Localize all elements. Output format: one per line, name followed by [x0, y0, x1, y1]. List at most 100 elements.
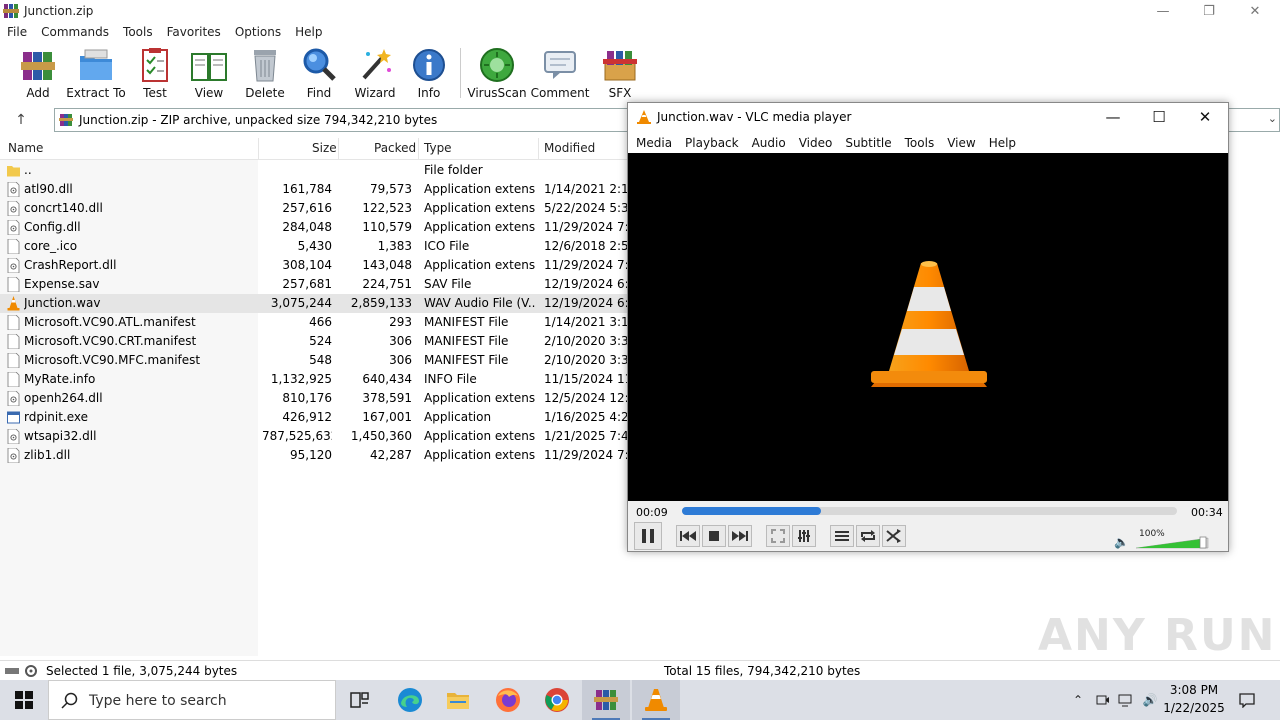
vlc-maximize-button[interactable]: ☐	[1136, 103, 1182, 131]
chevron-down-icon[interactable]: ⌄	[1268, 112, 1277, 125]
menu-favorites[interactable]: Favorites	[160, 23, 228, 43]
file-row[interactable]: concrt140.dll 257,616 122,523 Application e…	[0, 199, 628, 218]
file-packed-size: 167,001	[362, 410, 412, 424]
extended-settings-button[interactable]	[792, 525, 816, 547]
column-header-modified[interactable]: Modified	[544, 141, 595, 155]
file-row[interactable]: core_.ico 5,430 1,383 ICO File 12/6/2018 2:5…	[0, 237, 628, 256]
speaker-icon[interactable]: 🔊	[1141, 691, 1159, 709]
info-button[interactable]: Info	[410, 46, 448, 102]
file-modified: 12/19/2024 6:1...	[544, 296, 628, 310]
notification-icon[interactable]	[1238, 691, 1256, 709]
vlc-file-icon	[7, 296, 20, 311]
file-row[interactable]: CrashReport.dll 308,104 143,048 Application…	[0, 256, 628, 275]
taskbar-vlc[interactable]	[632, 680, 680, 720]
file-packed-size: 122,523	[362, 201, 412, 215]
column-divider[interactable]	[538, 138, 539, 160]
menu-file[interactable]: File	[0, 23, 34, 43]
file-row[interactable]: atl90.dll 161,784 79,573 Application extens…	[0, 180, 628, 199]
stop-button[interactable]	[702, 525, 726, 547]
restore-button[interactable]: ❐	[1186, 0, 1232, 23]
vlc-menu-video[interactable]: Video	[793, 131, 840, 153]
vlc-menu-subtitle[interactable]: Subtitle	[839, 131, 898, 153]
status-bar: Selected 1 file, 3,075,244 bytes Total 1…	[0, 660, 1280, 680]
wizard-button[interactable]: Wizard	[354, 46, 396, 102]
file-packed-size: 110,579	[362, 220, 412, 234]
view-button[interactable]: View	[188, 46, 230, 102]
virusscan-button[interactable]: VirusScan	[467, 46, 527, 102]
next-button[interactable]	[728, 525, 752, 547]
menu-commands[interactable]: Commands	[34, 23, 116, 43]
column-header-type[interactable]: Type	[424, 141, 452, 155]
vlc-menu-audio[interactable]: Audio	[746, 131, 793, 153]
seek-progress	[682, 507, 821, 515]
file-row[interactable]: zlib1.dll 95,120 42,287 Application extens.…	[0, 446, 628, 465]
volume-icon[interactable]: 🔈	[1114, 535, 1129, 549]
show-hidden-icons-button[interactable]: ⌃	[1069, 691, 1087, 709]
taskbar-chrome[interactable]	[533, 680, 581, 720]
taskbar-firefox[interactable]	[484, 680, 532, 720]
column-header-packed[interactable]: Packed	[374, 141, 416, 155]
seek-slider[interactable]	[682, 507, 1177, 515]
vlc-titlebar[interactable]: Junction.wav - VLC media player — ☐ ✕	[628, 103, 1228, 131]
vlc-menu-view[interactable]: View	[941, 131, 982, 153]
clock-time[interactable]: 3:08 PM	[1166, 683, 1222, 697]
close-button[interactable]: ✕	[1232, 0, 1278, 23]
taskbar-winrar[interactable]	[582, 680, 630, 720]
start-button[interactable]	[0, 680, 48, 720]
taskbar-edge[interactable]	[386, 680, 434, 720]
vlc-minimize-button[interactable]: —	[1090, 103, 1136, 131]
vlc-cone-logo	[871, 261, 987, 387]
previous-button[interactable]	[676, 525, 700, 547]
taskbar-search-box[interactable]: Type here to search	[48, 680, 336, 720]
file-row[interactable]: Junction.wav 3,075,244 2,859,133 WAV Audio …	[0, 294, 628, 313]
up-folder-button[interactable]: ↑	[8, 110, 34, 130]
file-size: 161,784	[282, 182, 332, 196]
file-packed-size: 640,434	[362, 372, 412, 386]
vlc-menu-tools[interactable]: Tools	[899, 131, 942, 153]
column-divider[interactable]	[338, 138, 339, 160]
file-row[interactable]: Microsoft.VC90.MFC.manifest 548 306 MANIFES…	[0, 351, 628, 370]
comment-icon	[544, 51, 576, 79]
minimize-button[interactable]: —	[1140, 0, 1186, 23]
file-row[interactable]: Microsoft.VC90.ATL.manifest 466 293 MANIFES…	[0, 313, 628, 332]
video-area[interactable]	[628, 153, 1228, 501]
file-row[interactable]: rdpinit.exe 426,912 167,001 Application 1/16…	[0, 408, 628, 427]
menu-options[interactable]: Options	[228, 23, 288, 43]
comment-button[interactable]: Comment	[531, 46, 589, 102]
add-button[interactable]: Add	[18, 46, 58, 102]
vlc-menu-media[interactable]: Media	[630, 131, 679, 153]
taskbar-file-explorer[interactable]	[434, 680, 482, 720]
winrar-titlebar[interactable]: Junction.zip — ❐ ✕	[0, 0, 1280, 23]
vlc-close-button[interactable]: ✕	[1182, 103, 1228, 131]
delete-button[interactable]: Delete	[245, 46, 285, 102]
vlc-menu-playback[interactable]: Playback	[679, 131, 746, 153]
column-divider[interactable]	[258, 138, 259, 160]
file-row[interactable]: MyRate.info 1,132,925 640,434 INFO File 11/1…	[0, 370, 628, 389]
pause-button[interactable]	[634, 522, 662, 550]
fullscreen-button[interactable]	[766, 525, 790, 547]
column-header-size[interactable]: Size	[312, 141, 337, 155]
column-divider[interactable]	[418, 138, 419, 160]
network-icon[interactable]	[1117, 691, 1135, 709]
menu-tools[interactable]: Tools	[116, 23, 160, 43]
meet-now-icon[interactable]	[1094, 691, 1112, 709]
loop-button[interactable]	[856, 525, 880, 547]
column-header-name[interactable]: Name	[8, 141, 43, 155]
extract-to-button[interactable]: Extract To	[66, 46, 126, 102]
file-row[interactable]: wtsapi32.dll 787,525,632 1,450,360 Applicat…	[0, 427, 628, 446]
file-row[interactable]: openh264.dll 810,176 378,591 Application ex…	[0, 389, 628, 408]
clock-date[interactable]: 1/22/2025	[1160, 701, 1228, 715]
playlist-button[interactable]	[830, 525, 854, 547]
file-row[interactable]: .. File folder	[0, 161, 628, 180]
file-row[interactable]: Microsoft.VC90.CRT.manifest 524 306 MANIFES…	[0, 332, 628, 351]
vlc-menu-help[interactable]: Help	[983, 131, 1023, 153]
find-button[interactable]: Find	[300, 46, 338, 102]
test-button[interactable]: Test	[136, 46, 174, 102]
file-row[interactable]: Expense.sav 257,681 224,751 SAV File 12/19/2…	[0, 275, 628, 294]
file-icon	[7, 334, 20, 349]
task-view-button[interactable]	[336, 680, 384, 720]
menu-help[interactable]: Help	[288, 23, 329, 43]
sfx-button[interactable]: SFX	[600, 46, 640, 102]
shuffle-button[interactable]	[882, 525, 906, 547]
file-row[interactable]: Config.dll 284,048 110,579 Application exte…	[0, 218, 628, 237]
